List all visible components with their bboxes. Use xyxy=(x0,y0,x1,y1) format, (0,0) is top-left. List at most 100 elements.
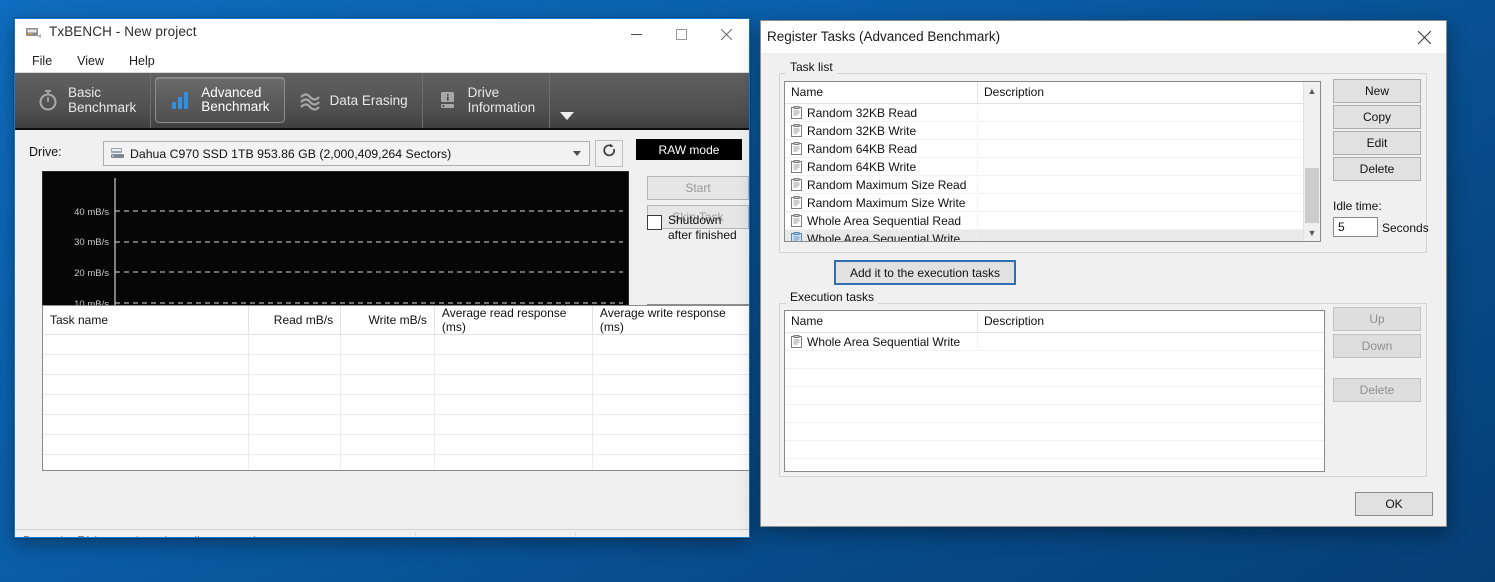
list-item[interactable]: Random Maximum Size Write xyxy=(785,194,1320,212)
dialog-titlebar[interactable]: Register Tasks (Advanced Benchmark) xyxy=(761,21,1446,53)
list-item[interactable]: Random 32KB Read xyxy=(785,104,1320,122)
task-name: Random Maximum Size Write xyxy=(807,195,966,210)
main-window-title: TxBENCH - New project xyxy=(49,24,197,39)
new-task-button[interactable]: New xyxy=(1333,79,1421,103)
list-item[interactable]: Random 32KB Write xyxy=(785,122,1320,140)
task-name: Whole Area Sequential Write xyxy=(807,334,961,349)
shutdown-after-finished-label: Shutdown after finished xyxy=(668,213,737,242)
chevron-down-icon[interactable]: ▼ xyxy=(1304,224,1320,241)
dialog-title: Register Tasks (Advanced Benchmark) xyxy=(767,29,1001,44)
start-button[interactable]: Start xyxy=(647,176,749,200)
menu-item-view[interactable]: View xyxy=(74,52,107,70)
task-name: Random 64KB Write xyxy=(807,159,917,174)
execution-tasks-list[interactable]: Name Description Whole Area Sequential W… xyxy=(784,310,1325,472)
task-icon xyxy=(791,196,802,209)
maximize-button[interactable] xyxy=(659,19,704,49)
stopwatch-icon xyxy=(37,89,59,113)
table-row[interactable] xyxy=(43,374,749,395)
list-item[interactable]: Random Maximum Size Read xyxy=(785,176,1320,194)
column-avg-read-resp[interactable]: Average read response (ms) xyxy=(434,306,593,335)
table-row[interactable] xyxy=(43,334,749,355)
move-down-button[interactable]: Down xyxy=(1333,334,1421,358)
list-item[interactable] xyxy=(785,387,1324,405)
task-icon xyxy=(791,214,802,227)
tab-advanced-benchmark[interactable]: Advanced Benchmark xyxy=(155,77,285,123)
execution-column-description[interactable]: Description xyxy=(978,311,1324,332)
task-name: Random 32KB Read xyxy=(807,105,918,120)
tab-data-erasing[interactable]: Data Erasing xyxy=(285,73,423,128)
table-row[interactable] xyxy=(43,454,749,470)
task-list-column-description[interactable]: Description xyxy=(978,82,1320,103)
execution-column-name[interactable]: Name xyxy=(785,311,978,332)
copy-task-button[interactable]: Copy xyxy=(1333,105,1421,129)
results-table-body xyxy=(43,334,749,470)
results-table[interactable]: Task name Read mB/s Write mB/s Average r… xyxy=(42,305,749,471)
close-icon[interactable] xyxy=(1402,21,1446,53)
app-icon xyxy=(25,26,42,41)
shutdown-after-finished-checkbox[interactable]: Shutdown after finished xyxy=(647,213,749,243)
menu-item-help[interactable]: Help xyxy=(126,52,158,70)
column-read-mbs[interactable]: Read mB/s xyxy=(248,306,342,335)
column-task-name[interactable]: Task name xyxy=(43,306,250,335)
list-item[interactable]: Random 64KB Write xyxy=(785,158,1320,176)
list-item[interactable]: Whole Area Sequential Write xyxy=(785,333,1324,351)
delete-task-button[interactable]: Delete xyxy=(1333,157,1421,181)
list-item[interactable] xyxy=(785,441,1324,459)
refresh-icon xyxy=(601,143,618,165)
tab-basic-benchmark[interactable]: Basic Benchmark xyxy=(23,73,152,128)
execution-tasks-body: Whole Area Sequential Write xyxy=(785,333,1324,471)
drive-select[interactable]: Dahua C970 SSD 1TB 953.86 GB (2,000,409,… xyxy=(103,141,590,166)
scrollbar-thumb[interactable] xyxy=(1305,168,1319,223)
chart-ytick-30: 30 mB/s xyxy=(74,237,109,248)
eraser-icon xyxy=(299,89,321,113)
column-write-mbs[interactable]: Write mB/s xyxy=(340,306,435,335)
toolbar-overflow-button[interactable] xyxy=(550,73,586,128)
edit-task-button[interactable]: Edit xyxy=(1333,131,1421,155)
status-separator xyxy=(575,532,576,537)
list-item[interactable] xyxy=(785,369,1324,387)
task-icon xyxy=(791,232,802,241)
task-icon xyxy=(791,178,802,191)
list-item[interactable] xyxy=(785,351,1324,369)
main-window: TxBENCH - New project File View Help Bas… xyxy=(14,18,750,538)
move-up-button[interactable]: Up xyxy=(1333,307,1421,331)
close-button[interactable] xyxy=(704,19,749,49)
list-item-selected[interactable]: Whole Area Sequential Write xyxy=(785,230,1320,241)
idle-time-input[interactable]: 5 xyxy=(1333,217,1378,237)
task-name: Random 32KB Write xyxy=(807,123,917,138)
menu-item-file[interactable]: File xyxy=(29,52,55,70)
table-row[interactable] xyxy=(43,414,749,435)
task-list-column-name[interactable]: Name xyxy=(785,82,978,103)
list-item[interactable]: Whole Area Sequential Read xyxy=(785,212,1320,230)
task-icon xyxy=(791,124,802,137)
checkbox-box[interactable] xyxy=(647,215,662,230)
list-item[interactable] xyxy=(785,423,1324,441)
list-item[interactable] xyxy=(785,459,1324,471)
table-row[interactable] xyxy=(43,434,749,455)
main-window-titlebar[interactable]: TxBENCH - New project xyxy=(15,19,749,49)
drive-select-value: Dahua C970 SSD 1TB 953.86 GB (2,000,409,… xyxy=(130,146,452,161)
refresh-drives-button[interactable] xyxy=(595,140,623,167)
tab-drive-information[interactable]: Drive Information xyxy=(423,73,551,128)
list-item[interactable]: Random 64KB Read xyxy=(785,140,1320,158)
column-avg-write-resp[interactable]: Average write response (ms) xyxy=(592,306,749,335)
table-row[interactable] xyxy=(43,354,749,375)
delete-exec-button[interactable]: Delete xyxy=(1333,378,1421,402)
add-to-execution-tasks-button[interactable]: Add it to the execution tasks xyxy=(834,260,1016,285)
chevron-down-icon xyxy=(573,151,581,156)
task-name: Random Maximum Size Read xyxy=(807,177,967,192)
task-name: Random 64KB Read xyxy=(807,141,918,156)
status-bar-text: Press the F1 key to show the online manu… xyxy=(15,534,259,537)
table-row[interactable] xyxy=(43,394,749,415)
drive-label: Drive: xyxy=(29,145,62,159)
minimize-button[interactable] xyxy=(614,19,659,49)
task-list[interactable]: Name Description Random 32KB Read Random… xyxy=(784,81,1321,242)
task-list-scrollbar[interactable]: ▲ ▼ xyxy=(1303,82,1320,241)
task-list-header: Name Description xyxy=(785,82,1320,104)
ok-button[interactable]: OK xyxy=(1355,492,1433,516)
chevron-up-icon[interactable]: ▲ xyxy=(1304,82,1320,99)
execution-tasks-header: Name Description xyxy=(785,311,1324,333)
tab-basic-benchmark-label: Basic Benchmark xyxy=(68,85,137,115)
hard-drive-icon xyxy=(110,147,125,160)
list-item[interactable] xyxy=(785,405,1324,423)
